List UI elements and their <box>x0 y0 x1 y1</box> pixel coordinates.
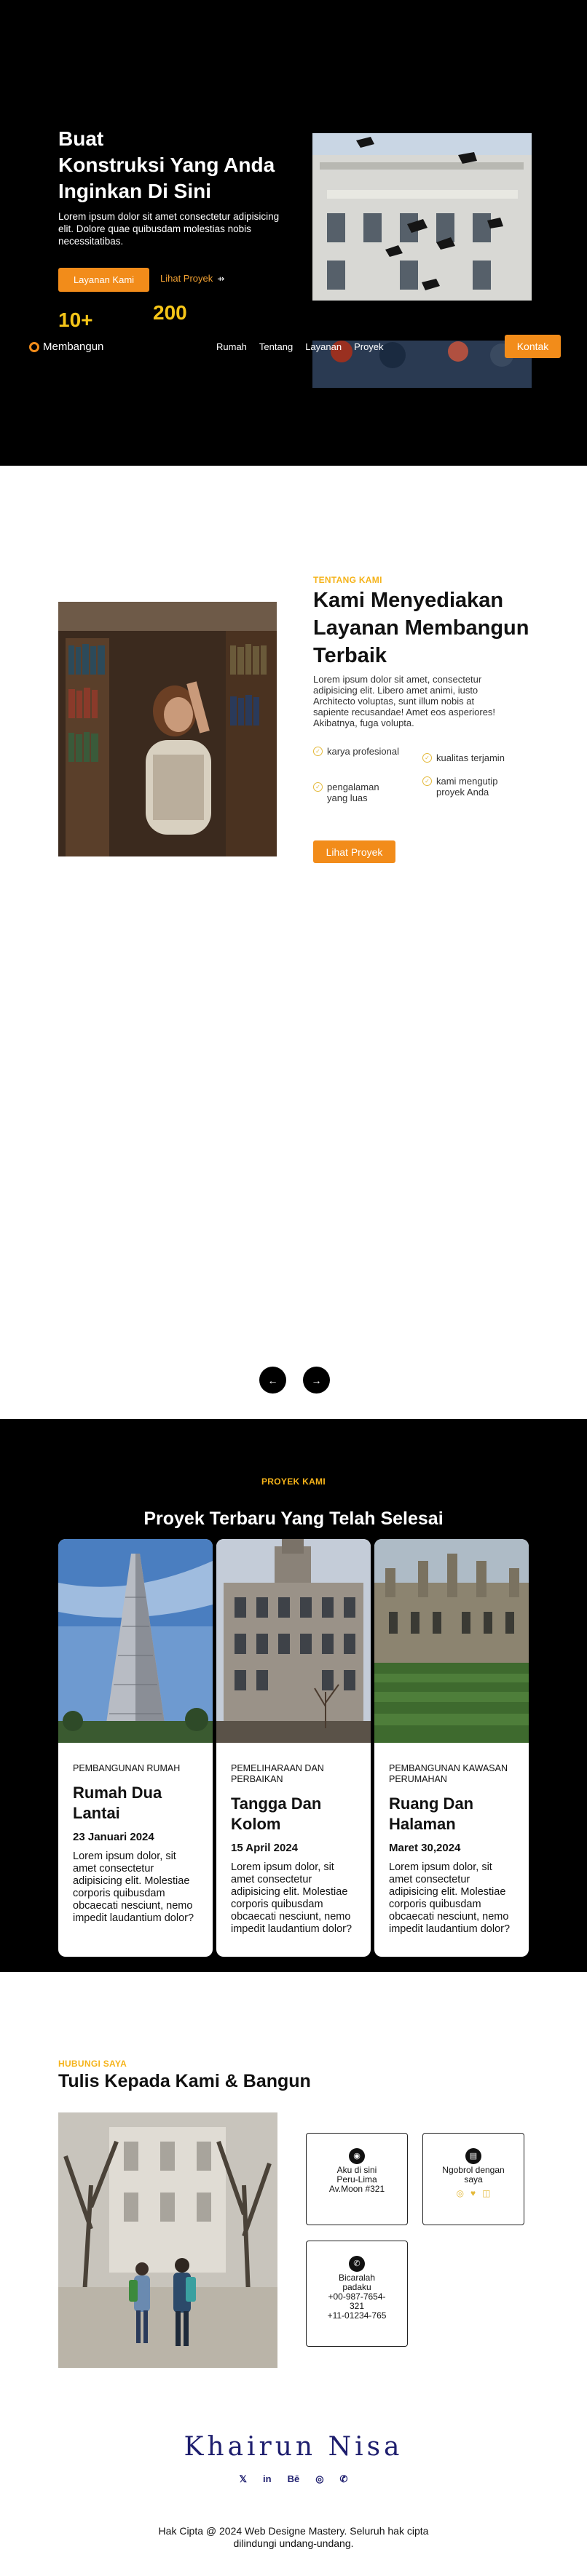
card-body: PEMELIHARAAN DAN PERBAIKAN Tangga Dan Ko… <box>216 1743 371 1936</box>
instagram-icon[interactable]: ◫ <box>482 2189 490 2198</box>
card-body: PEMBANGUNAN KAWASAN PERUMAHAN Ruang Dan … <box>374 1743 529 1936</box>
card-date: 23 Januari 2024 <box>73 1831 154 1843</box>
chat-card: ▤ Ngobrol dengan saya ◎ ♥ ◫ <box>422 2133 524 2225</box>
projects-eyebrow: PROYEK KAMI <box>261 1476 326 1487</box>
navbar: Membangun Rumah Tentang Layanan Proyek K… <box>0 335 587 358</box>
card-description: Lorem ipsum dolor, sit amet consectetur … <box>389 1861 511 1935</box>
contact-title: Tulis Kepada Kami & Bangun <box>58 2071 311 2091</box>
linkedin-icon[interactable]: in <box>263 2473 272 2485</box>
about-eyebrow: TENTANG KAMI <box>313 575 382 585</box>
address-card: ◉ Aku di sini Peru-Lima Av.Moon #321 <box>306 2133 408 2225</box>
card-date: Maret 30,2024 <box>389 1842 461 1854</box>
about-description: Lorem ipsum dolor sit amet, consectetur … <box>313 674 496 728</box>
view-projects-link[interactable]: Lihat Proyek ⇸ <box>160 273 224 284</box>
brand-logo-link[interactable]: Membangun <box>29 341 103 353</box>
nav-links: Rumah Tentang Layanan Proyek <box>216 341 384 352</box>
arrow-left-icon: ← <box>267 1374 278 1386</box>
copyright-line: Hak Cipta @ 2024 Web Designe Mastery. Se… <box>158 2525 429 2537</box>
hero-title-line: Konstruksi Yang Anda <box>58 154 275 176</box>
nav-link-projects[interactable]: Proyek <box>354 341 383 352</box>
card-title: Rumah Dua Lantai <box>73 1784 162 1822</box>
feature-label: karya profesional <box>327 746 399 757</box>
chat-icon: ▤ <box>465 2148 481 2164</box>
check-circle-icon: ✓ <box>422 753 432 763</box>
copyright-line: dilindungi undang-undang. <box>233 2537 354 2549</box>
address-line: Av.Moon #321 <box>328 2184 385 2194</box>
stat-projects: 200 <box>153 301 187 324</box>
feature-label: pengalaman yang luas <box>327 782 379 803</box>
footer-brand-name: Khairun Nisa <box>184 2432 403 2462</box>
hero-description: Lorem ipsum dolor sit amet consectetur a… <box>58 211 280 247</box>
projects-title: Proyek Terbaru Yang Telah Selesai <box>143 1508 444 1529</box>
hero-title-line: Buat <box>58 127 104 150</box>
card-body: PEMBANGUNAN RUMAH Rumah Dua Lantai 23 Ja… <box>58 1743 213 1925</box>
arrows-icon: ⇸ <box>217 273 225 284</box>
card-title: Tangga Dan Kolom <box>231 1794 322 1833</box>
arrow-right-icon: → <box>311 1374 322 1386</box>
check-circle-icon: ✓ <box>313 747 323 756</box>
building-photo <box>216 1539 371 1743</box>
feature-item: ✓ karya profesional <box>313 746 401 757</box>
stat-years: 10+ <box>58 309 93 331</box>
card-date: 15 April 2024 <box>231 1842 298 1854</box>
tower-photo <box>58 1539 213 1743</box>
hero-title: Buat Konstruksi Yang Anda Inginkan Di Si… <box>58 126 291 204</box>
library-photo <box>58 602 277 856</box>
project-card[interactable]: PEMELIHARAAN DAN PERBAIKAN Tangga Dan Ko… <box>216 1539 371 1957</box>
about-title: Kami Menyediakan Layanan Membangun Terba… <box>313 589 529 667</box>
card-category: PEMELIHARAAN DAN PERBAIKAN <box>231 1763 324 1784</box>
nav-link-home[interactable]: Rumah <box>216 341 247 352</box>
whatsapp-icon[interactable]: ◎ <box>457 2189 464 2198</box>
phone-card: ✆ Bicaralah padaku +00-987-7654- 321 +11… <box>306 2241 408 2347</box>
contact-button[interactable]: Kontak <box>505 335 561 358</box>
feature-item: ✓ pengalaman yang luas <box>313 782 401 803</box>
instagram-icon[interactable]: ◎ <box>315 2473 323 2485</box>
behance-icon[interactable]: Bē <box>288 2473 300 2485</box>
twitter-icon[interactable]: 𝕏 <box>240 2473 247 2485</box>
college-photo <box>374 1539 529 1743</box>
campus-couple-photo <box>58 2112 277 2368</box>
footer-socials: 𝕏 in Bē ◎ ✆ <box>0 2473 587 2485</box>
feature-label: kualitas terjamin <box>436 752 505 763</box>
hero-title-line: Inginkan Di Sini <box>58 180 212 202</box>
next-button[interactable]: → <box>303 1367 330 1394</box>
contact-socials: ◎ ♥ ◫ <box>423 2189 524 2198</box>
chat-line: saya <box>464 2174 483 2185</box>
whatsapp-icon[interactable]: ✆ <box>340 2473 348 2485</box>
brand-name: Membangun <box>43 341 104 353</box>
card-description: Lorem ipsum dolor, sit amet consectetur … <box>231 1861 352 1935</box>
projects-section: PROYEK KAMI Proyek Terbaru Yang Telah Se… <box>0 1419 587 1972</box>
hero-section: Buat Konstruksi Yang Anda Inginkan Di Si… <box>0 0 587 466</box>
card-category: PEMBANGUNAN RUMAH <box>73 1763 181 1773</box>
card-description: Lorem ipsum dolor, sit amet consectetur … <box>73 1850 194 1924</box>
check-circle-icon: ✓ <box>313 782 323 792</box>
gear-logo-icon <box>29 341 39 352</box>
contact-eyebrow: HUBUNGI SAYA <box>58 2059 127 2069</box>
card-category: PEMBANGUNAN KAWASAN PERUMAHAN <box>389 1763 508 1784</box>
project-card[interactable]: PEMBANGUNAN RUMAH Rumah Dua Lantai 23 Ja… <box>58 1539 213 1957</box>
check-circle-icon: ✓ <box>422 776 432 786</box>
services-button[interactable]: Layanan Kami <box>58 268 149 292</box>
copyright: Hak Cipta @ 2024 Web Designe Mastery. Se… <box>0 2525 587 2550</box>
card-title: Ruang Dan Halaman <box>389 1794 474 1833</box>
prev-button[interactable]: ← <box>259 1367 286 1394</box>
view-projects-button[interactable]: Lihat Proyek <box>313 840 395 863</box>
feature-item: ✓ kami mengutip proyek Anda <box>422 776 517 798</box>
phone-icon: ✆ <box>349 2256 365 2272</box>
twitter-icon[interactable]: ♥ <box>470 2189 476 2198</box>
nav-link-services[interactable]: Layanan <box>305 341 342 352</box>
feature-item: ✓ kualitas terjamin <box>422 752 532 763</box>
phone-line: +11-01234-765 <box>327 2310 387 2321</box>
project-card[interactable]: PEMBANGUNAN KAWASAN PERUMAHAN Ruang Dan … <box>374 1539 529 1957</box>
map-pin-icon: ◉ <box>349 2148 365 2164</box>
nav-link-about[interactable]: Tentang <box>259 341 293 352</box>
feature-label: kami mengutip proyek Anda <box>436 776 498 798</box>
view-projects-label: Lihat Proyek <box>160 273 213 284</box>
